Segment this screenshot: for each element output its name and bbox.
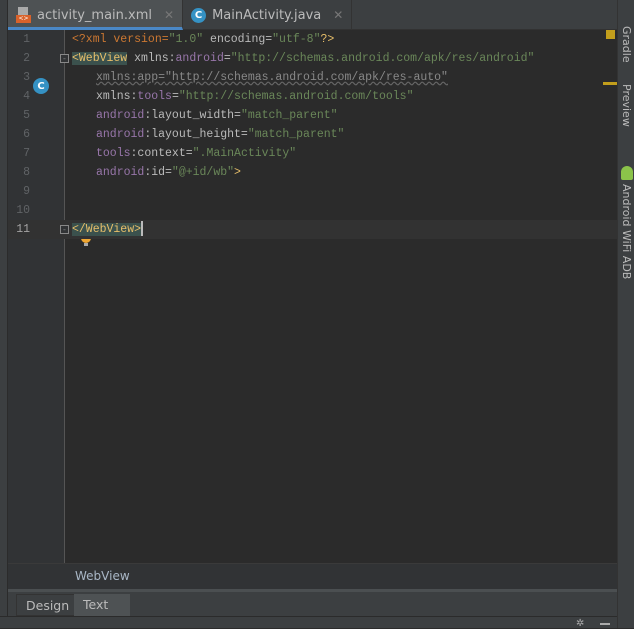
code-line: 10 <box>16 204 30 217</box>
right-tool-window-bar: Gradle Preview Android WiFi ADB <box>617 0 634 628</box>
breadcrumb-item[interactable]: WebView <box>75 569 130 583</box>
breadcrumb: WebView <box>8 563 617 589</box>
tab-label: activity_main.xml <box>37 7 153 23</box>
code-line: 9 <box>23 185 30 198</box>
tab-main-activity-java[interactable]: C MainActivity.java ✕ <box>183 0 353 30</box>
code-line: 2 <WebView xmlns:android="http://schemas.… <box>23 52 535 65</box>
minimize-icon[interactable] <box>600 623 610 625</box>
tab-text[interactable]: Text <box>74 594 130 616</box>
android-icon <box>621 166 633 180</box>
close-icon[interactable]: ✕ <box>164 8 174 22</box>
code-line: 8 android:id="@+id/wb"> <box>23 166 241 179</box>
collapsed-left-panel[interactable] <box>0 0 8 628</box>
tab-design[interactable]: Design <box>16 594 80 616</box>
close-icon[interactable]: ✕ <box>333 8 343 22</box>
code-line: 5 android:layout_width="match_parent" <box>23 109 338 122</box>
code-line: 7 tools:context=".MainActivity" <box>23 147 297 160</box>
warning-indicator[interactable] <box>606 30 615 39</box>
xml-file-icon: <> <box>16 7 31 23</box>
editor-tab-bar: <> activity_main.xml ✕ C MainActivity.ja… <box>8 0 617 30</box>
fold-icon[interactable]: - <box>60 54 69 63</box>
code-line: 4 xmlns:tools="http://schemas.android.com… <box>23 90 414 103</box>
current-code-line: 11 </WebView> <box>8 220 617 239</box>
error-stripe-mark[interactable] <box>603 82 617 85</box>
preview-panel-button[interactable]: Preview <box>620 84 633 127</box>
code-line: 6 android:layout_height="match_parent" <box>23 128 345 141</box>
editor-mode-tabs: Design Text <box>8 589 617 616</box>
gradle-panel-button[interactable]: Gradle <box>620 26 633 63</box>
text-caret <box>141 221 144 237</box>
code-line: 3 xmlns:app="http://schemas.android.com/a… <box>23 71 448 84</box>
code-line: 1 <?xml version="1.0" encoding="utf-8"?> <box>23 33 335 46</box>
android-wifi-adb-panel-button[interactable]: Android WiFi ADB <box>620 184 633 279</box>
tab-label: MainActivity.java <box>212 7 322 23</box>
code-editor[interactable]: C 1 <?xml version="1.0" encoding="utf-8"?… <box>8 30 617 563</box>
status-bar: ✲ <box>0 616 617 629</box>
fold-icon[interactable]: - <box>60 225 69 234</box>
settings-gear-icon[interactable]: ✲ <box>576 618 584 629</box>
tab-activity-main-xml[interactable]: <> activity_main.xml ✕ <box>8 0 184 30</box>
class-c-icon: C <box>191 7 207 23</box>
